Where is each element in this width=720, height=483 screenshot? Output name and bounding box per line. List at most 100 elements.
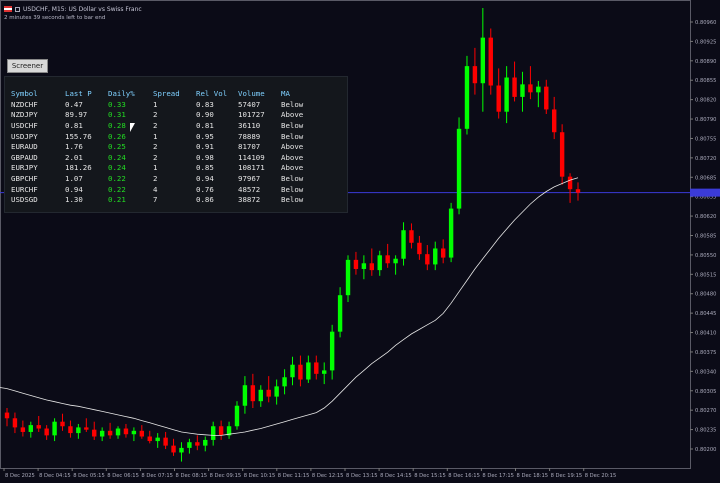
column-header-volume: Volume xyxy=(238,88,265,98)
price-tick-label: 0.80550 xyxy=(695,253,716,259)
candle-body xyxy=(512,77,517,97)
candle-body xyxy=(504,77,509,112)
cell-daily-pct: 0.33 xyxy=(108,99,126,109)
candle-body xyxy=(385,255,390,264)
candle-body xyxy=(203,439,208,446)
candle-body xyxy=(218,426,224,436)
candle-body xyxy=(99,430,105,437)
screener-row[interactable]: EURCHF 0.94 0.22 4 0.76 48572 Below xyxy=(11,184,321,195)
time-tick-label: 8 Dec 13:15 xyxy=(346,473,378,479)
time-tick-label: 8 Dec 08:15 xyxy=(176,473,208,479)
current-price-marker xyxy=(690,188,720,197)
candle-body xyxy=(52,421,57,436)
column-header-spread: Spread xyxy=(153,88,180,98)
candle-body xyxy=(171,445,176,453)
time-tick-label: 8 Dec 16:15 xyxy=(448,473,480,479)
screener-row[interactable]: USDSGD 1.30 0.21 7 0.86 38872 Below xyxy=(11,194,321,205)
cell-rel-vol: 0.81 xyxy=(196,120,214,130)
cell-spread: 2 xyxy=(153,152,158,162)
candle-body xyxy=(131,430,137,435)
cell-volume: 38872 xyxy=(238,195,261,205)
price-tick-label: 0.80585 xyxy=(695,234,716,240)
cell-spread: 2 xyxy=(153,142,158,152)
cell-symbol: GBPAUD xyxy=(11,152,38,162)
time-tick-label: 8 Dec 2025 xyxy=(5,473,35,479)
screener-row[interactable]: USDCHF 0.81 0.28 2 0.81 36110 Below xyxy=(11,120,321,131)
moving-average-line xyxy=(0,177,579,436)
cell-rel-vol: 0.85 xyxy=(196,163,214,173)
price-tick-label: 0.80515 xyxy=(695,272,716,278)
candle-body xyxy=(552,109,557,133)
cell-last-price: 0.81 xyxy=(65,120,83,130)
candle-body xyxy=(448,208,454,258)
cell-spread: 2 xyxy=(153,120,158,130)
cell-symbol: EURCHF xyxy=(11,184,38,194)
screener-row[interactable]: GBPCHF 1.07 0.22 2 0.94 97967 Below xyxy=(11,173,321,184)
cell-spread: 1 xyxy=(153,99,158,109)
cell-last-price: 181.26 xyxy=(65,163,92,173)
candle-body xyxy=(234,405,240,427)
price-tick-label: 0.80620 xyxy=(695,214,716,220)
screener-row[interactable]: EURAUD 1.76 0.25 2 0.91 81707 Above xyxy=(11,141,321,152)
cell-last-price: 0.47 xyxy=(65,99,83,109)
flag-icon xyxy=(4,6,12,12)
price-tick-label: 0.80820 xyxy=(695,98,716,104)
cell-volume: 36110 xyxy=(238,120,261,130)
candle-body xyxy=(393,258,398,264)
time-tick-label: 8 Dec 07:15 xyxy=(141,473,173,479)
candle-body xyxy=(409,230,414,243)
cell-volume: 81707 xyxy=(238,142,261,152)
cell-ma: Above xyxy=(281,152,304,162)
candle-body xyxy=(60,421,65,427)
candle-body xyxy=(250,385,256,402)
cell-last-price: 1.30 xyxy=(65,195,83,205)
cell-last-price: 155.76 xyxy=(65,131,92,141)
screener-button[interactable]: Screener xyxy=(7,59,48,73)
cell-ma: Above xyxy=(281,163,304,173)
column-header-symbol: Symbol xyxy=(11,88,38,98)
price-tick-label: 0.80235 xyxy=(695,428,716,434)
price-tick-label: 0.80200 xyxy=(695,447,716,453)
cell-spread: 1 xyxy=(153,131,158,141)
price-tick-label: 0.80685 xyxy=(695,175,716,181)
chart-window-icon xyxy=(15,6,20,12)
price-tick-label: 0.80790 xyxy=(695,117,716,123)
screener-row[interactable]: EURJPY 181.26 0.24 1 0.85 108171 Above xyxy=(11,163,321,174)
candle-body xyxy=(179,447,184,453)
candle-body xyxy=(298,364,303,380)
candle-body xyxy=(353,259,359,269)
cell-ma: Above xyxy=(281,110,304,120)
screener-row[interactable]: NZDCHF 0.47 0.33 1 0.83 57407 Below xyxy=(11,99,321,110)
candle-body xyxy=(306,362,311,380)
time-tick-label: 8 Dec 04:15 xyxy=(39,473,71,479)
candle-body xyxy=(417,242,422,255)
cell-last-price: 2.01 xyxy=(65,152,83,162)
cell-daily-pct: 0.24 xyxy=(108,152,126,162)
screener-row[interactable]: NZDJPY 89.97 0.31 2 0.90 101727 Above xyxy=(11,110,321,121)
candle-body xyxy=(528,84,533,93)
cell-ma: Below xyxy=(281,195,304,205)
cell-symbol: USDCHF xyxy=(11,120,38,130)
candle-body xyxy=(464,66,470,129)
cell-symbol: EURJPY xyxy=(11,163,38,173)
price-chart[interactable]: 0.80960 0.80925 0.80890 0.80855 0.80820 0.807… xyxy=(0,0,720,483)
price-tick-label: 0.80480 xyxy=(695,292,716,298)
candle-body xyxy=(155,437,160,442)
mouse-cursor-icon xyxy=(130,123,135,132)
price-tick-label: 0.80305 xyxy=(695,389,716,395)
screener-row[interactable]: USDJPY 155.76 0.26 1 0.95 78889 Below xyxy=(11,131,321,142)
candle-body xyxy=(322,370,327,374)
candle-body xyxy=(4,412,10,419)
candle-body xyxy=(345,259,351,296)
candle-body xyxy=(480,37,486,84)
candle-body xyxy=(68,426,73,434)
screener-row[interactable]: GBPAUD 2.01 0.24 2 0.98 114109 Above xyxy=(11,152,321,163)
cell-spread: 2 xyxy=(153,173,158,183)
candle-body xyxy=(12,418,18,428)
time-tick-label: 8 Dec 11:15 xyxy=(278,473,310,479)
candle-body xyxy=(147,436,152,442)
time-tick-label: 8 Dec 18:15 xyxy=(517,473,549,479)
candle-body xyxy=(472,66,478,84)
candle-body xyxy=(290,364,295,378)
bar-timer-text: 2 minutes 39 seconds left to bar end xyxy=(4,15,106,21)
